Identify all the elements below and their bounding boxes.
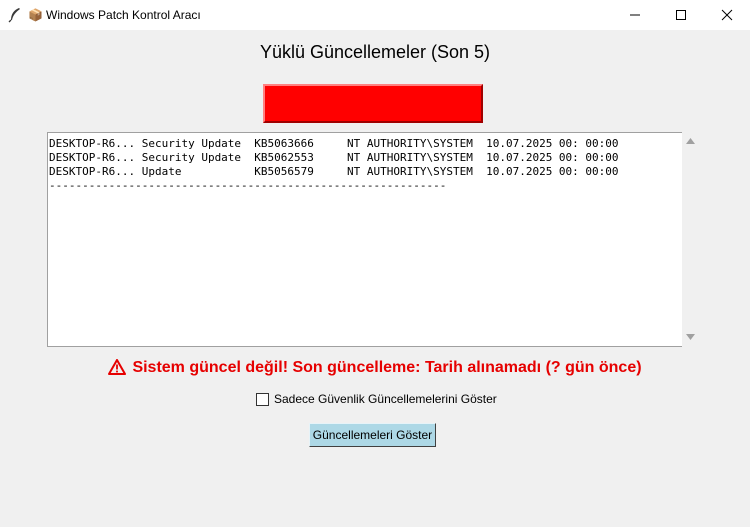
vertical-scrollbar[interactable] (682, 132, 698, 347)
minimize-button[interactable] (612, 0, 658, 30)
package-icon: 📦 (28, 8, 43, 22)
updates-text-area[interactable]: DESKTOP-R6... Security Update KB5063666 … (47, 132, 682, 347)
window-title: Windows Patch Kontrol Aracı (46, 8, 201, 22)
updates-list-content: DESKTOP-R6... Security Update KB5063666 … (48, 133, 682, 193)
scroll-down-arrow-icon[interactable] (686, 334, 695, 340)
scroll-up-arrow-icon[interactable] (686, 138, 695, 144)
update-line: DESKTOP-R6... Update KB5056579 NT AUTHOR… (49, 165, 619, 178)
minimize-icon (630, 14, 640, 16)
show-updates-button[interactable]: Güncellemeleri Göster (309, 423, 436, 447)
security-only-checkbox[interactable] (256, 393, 269, 406)
warning-icon (108, 359, 127, 375)
warning-text: Sistem güncel değil! Son güncelleme: Tar… (132, 359, 642, 376)
update-line: ----------------------------------------… (49, 179, 447, 192)
close-button[interactable] (704, 0, 750, 30)
close-icon (721, 9, 733, 21)
page-title: Yüklü Güncellemeler (Son 5) (259, 42, 491, 62)
update-line: DESKTOP-R6... Security Update KB5062553 … (49, 151, 619, 164)
status-indicator (263, 84, 483, 123)
update-line: DESKTOP-R6... Security Update KB5063666 … (49, 137, 619, 150)
maximize-button[interactable] (658, 0, 704, 30)
feather-icon (8, 8, 20, 23)
warning-message: Sistem güncel değil! Son güncelleme: Tar… (0, 359, 750, 377)
security-only-label[interactable]: Sadece Güvenlik Güncellemelerini Göster (274, 392, 497, 406)
maximize-icon (676, 10, 686, 20)
title-bar: 📦 Windows Patch Kontrol Aracı (0, 0, 750, 30)
